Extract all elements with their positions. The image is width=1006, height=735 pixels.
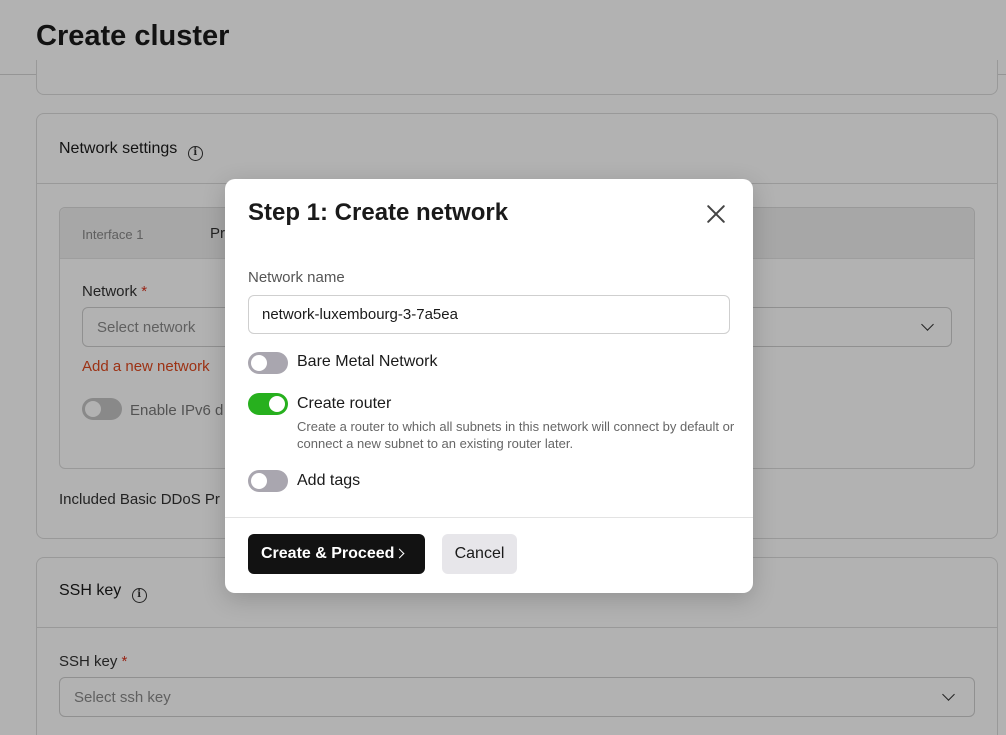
create-and-proceed-button[interactable]: Create & Proceed: [248, 534, 425, 574]
chevron-right-icon: [394, 548, 405, 559]
add-tags-label: Add tags: [297, 472, 361, 489]
create-router-toggle[interactable]: [248, 393, 288, 415]
toggle-knob: [269, 396, 285, 412]
network-name-input[interactable]: [248, 295, 730, 334]
network-name-label: Network name: [248, 269, 345, 286]
add-tags-toggle[interactable]: [248, 470, 288, 492]
bare-metal-label: Bare Metal Network: [297, 353, 438, 370]
modal-divider: [225, 517, 753, 518]
bare-metal-toggle[interactable]: [248, 352, 288, 374]
create-router-description: Create a router to which all subnets in …: [297, 419, 735, 451]
modal-title: Step 1: Create network: [248, 199, 509, 226]
create-and-proceed-label: Create & Proceed: [261, 545, 395, 562]
cancel-button[interactable]: Cancel: [442, 534, 517, 574]
close-icon[interactable]: [703, 201, 729, 227]
create-router-label: Create router: [297, 395, 392, 412]
create-network-modal: Step 1: Create network Network name Bare…: [225, 179, 753, 593]
toggle-knob: [251, 473, 267, 489]
toggle-knob: [251, 355, 267, 371]
